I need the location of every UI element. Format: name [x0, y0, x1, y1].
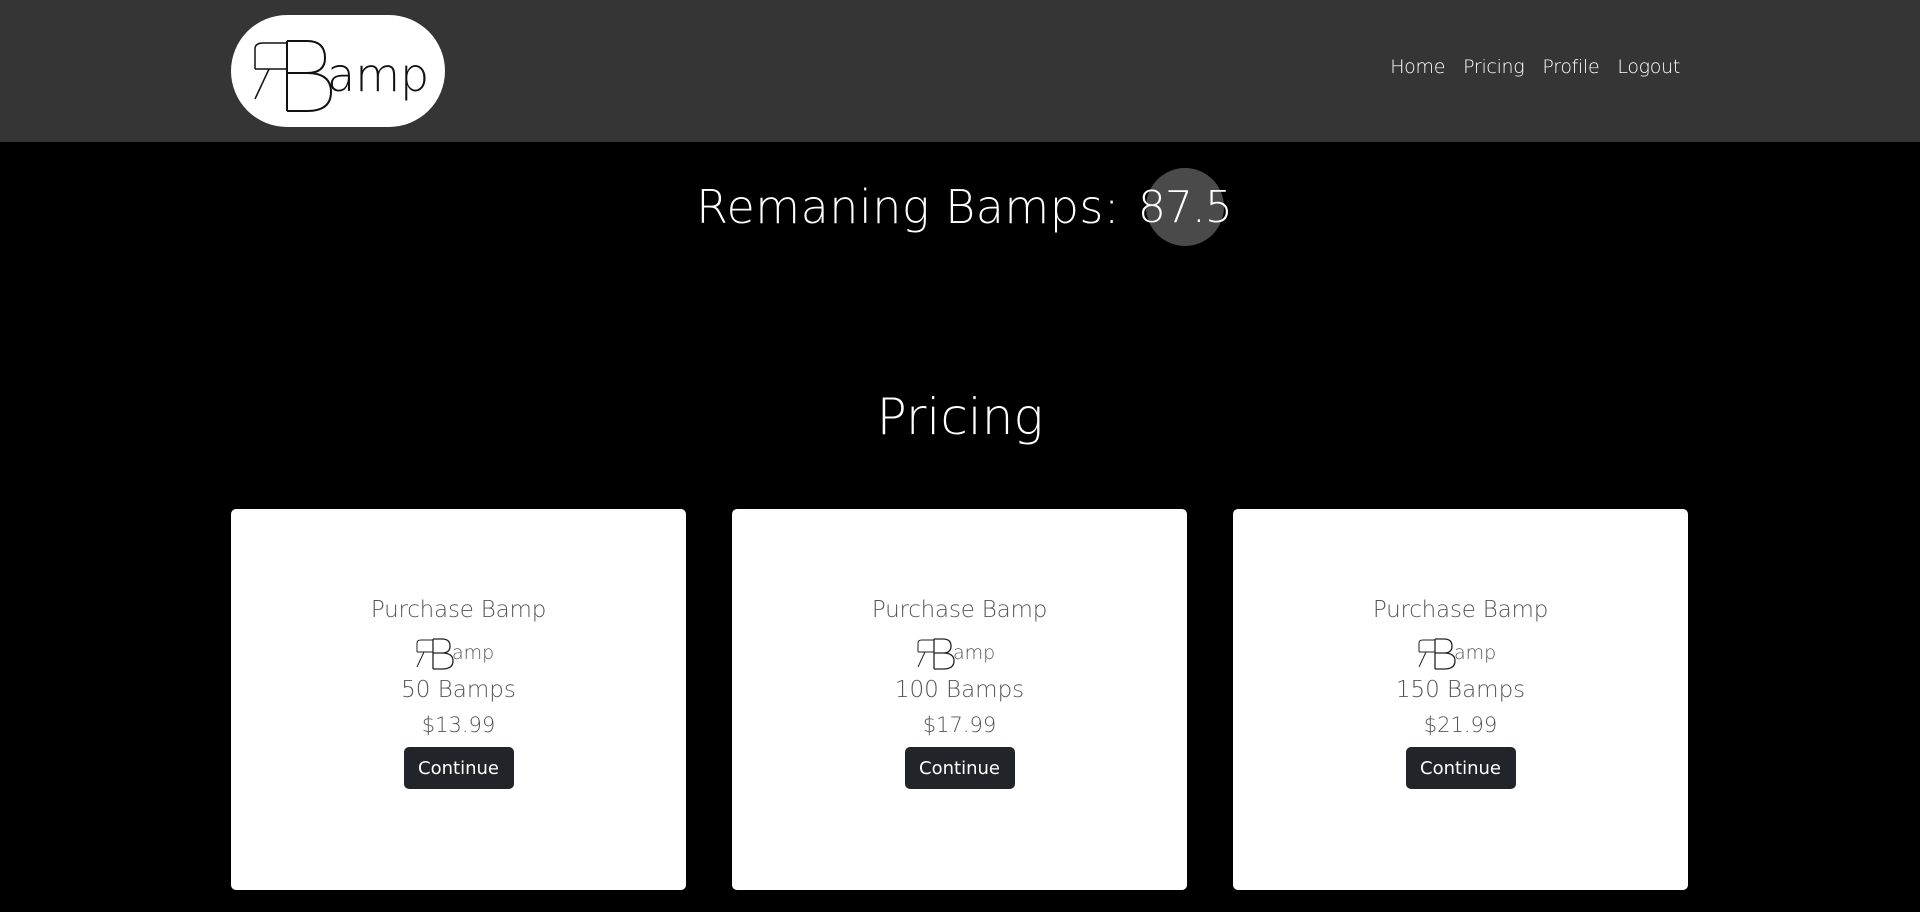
card-title: Purchase Bamp	[1372, 597, 1549, 623]
nav-profile[interactable]: Profile	[1542, 56, 1599, 78]
card-price: $17.99	[922, 713, 997, 737]
svg-text:amp: amp	[452, 642, 494, 664]
card-price: $13.99	[421, 713, 496, 737]
pricing-card: Purchase Bamp amp 50 Bamps $13.99 Contin…	[231, 509, 686, 890]
card-title: Purchase Bamp	[871, 597, 1048, 623]
nav-logout[interactable]: Logout	[1617, 56, 1680, 78]
balance-display: Remaning Bamps: 87.5	[0, 168, 1920, 246]
continue-button[interactable]: Continue	[403, 747, 514, 789]
balance-badge: 87.5	[1138, 168, 1233, 246]
card-title: Purchase Bamp	[370, 597, 547, 623]
balance-label: Remaning Bamps:	[696, 180, 1120, 234]
rbamp-logo-icon: amp	[254, 40, 429, 112]
pricing-title: Pricing	[876, 388, 1044, 446]
card-amount: 100 Bamps	[894, 677, 1025, 703]
pricing-card: Purchase Bamp amp 150 Bamps $21.99 Conti…	[1233, 509, 1688, 890]
rbamp-logo-icon: amp	[416, 638, 494, 670]
svg-text:amp: amp	[953, 642, 995, 664]
nav-links: Home Pricing Profile Logout	[1390, 56, 1680, 78]
nav-pricing[interactable]: Pricing	[1463, 56, 1525, 78]
svg-text:amp: amp	[1454, 642, 1496, 664]
logo[interactable]: amp	[231, 15, 445, 127]
card-amount: 50 Bamps	[401, 677, 516, 703]
navbar: amp Home Pricing Profile Logout	[0, 0, 1920, 142]
rbamp-logo-icon: amp	[1418, 638, 1496, 670]
svg-text:amp: amp	[327, 48, 429, 102]
continue-button[interactable]: Continue	[904, 747, 1015, 789]
continue-button[interactable]: Continue	[1405, 747, 1516, 789]
pricing-cards: Purchase Bamp amp 50 Bamps $13.99 Contin…	[231, 509, 1688, 890]
nav-home[interactable]: Home	[1390, 56, 1445, 78]
balance-value: 87.5	[1137, 181, 1233, 233]
pricing-card: Purchase Bamp amp 100 Bamps $17.99 Conti…	[732, 509, 1187, 890]
card-price: $21.99	[1423, 713, 1498, 737]
rbamp-logo-icon: amp	[917, 638, 995, 670]
card-amount: 150 Bamps	[1395, 677, 1526, 703]
